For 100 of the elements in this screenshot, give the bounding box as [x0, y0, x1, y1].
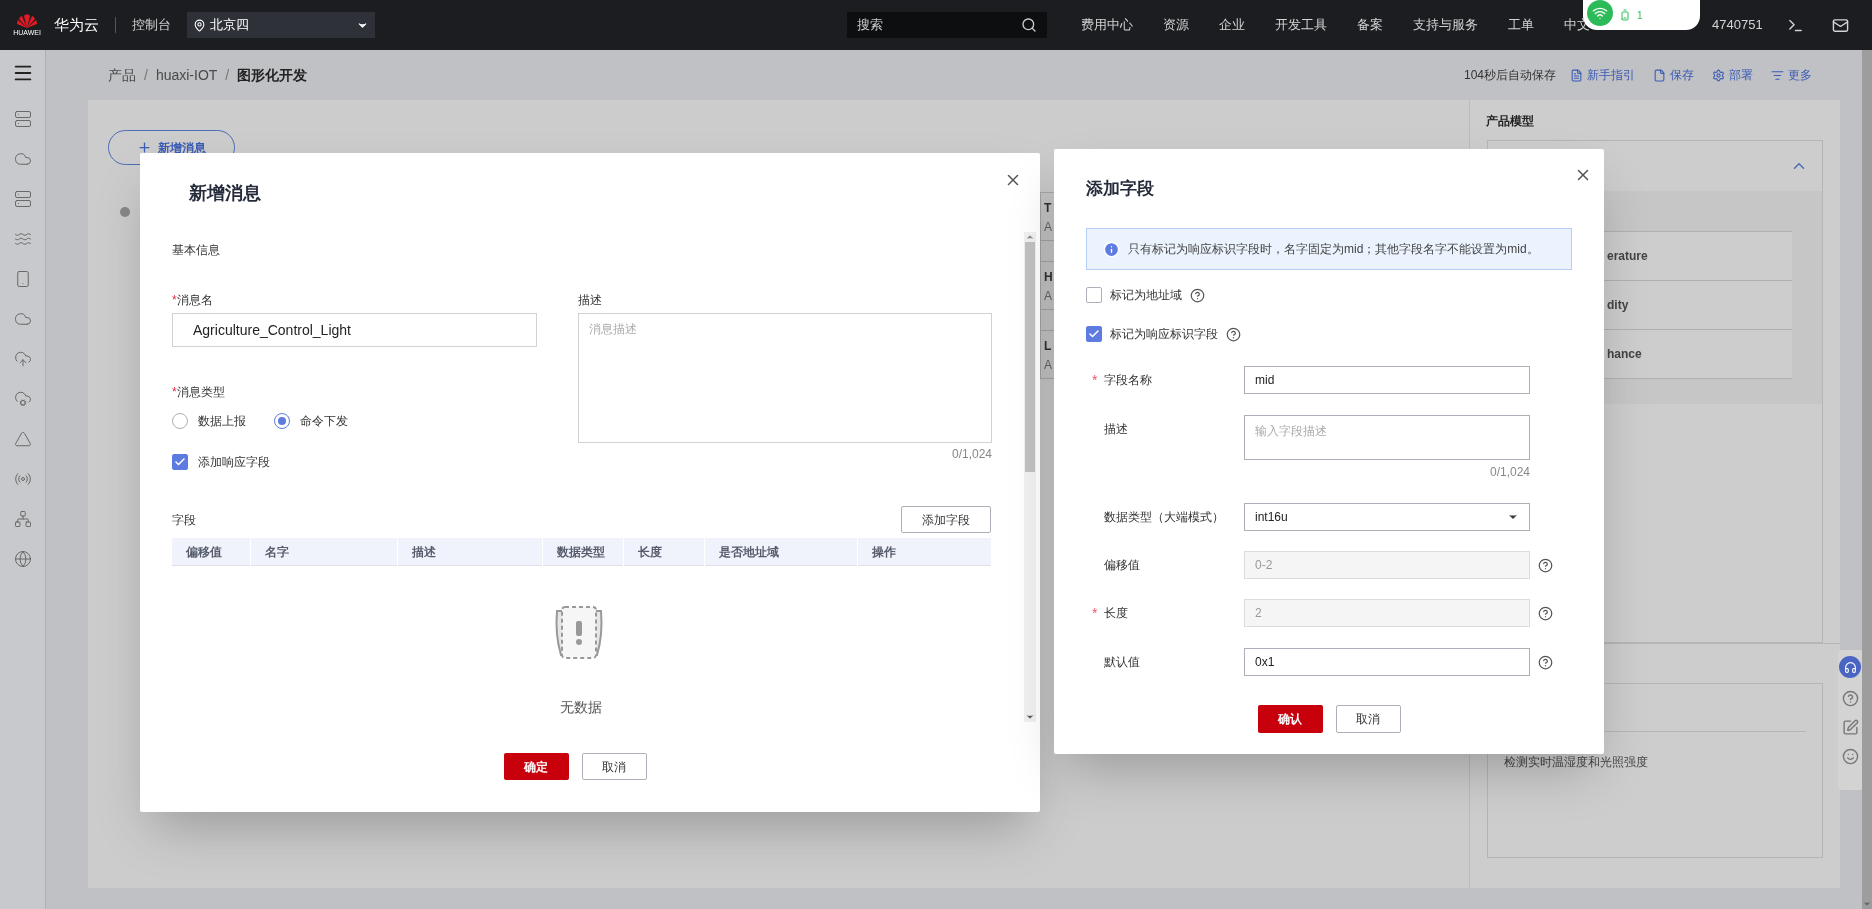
cloud-upload-icon[interactable] — [13, 350, 32, 368]
radio-icon[interactable] — [13, 470, 32, 488]
scroll-up-icon[interactable] — [1025, 232, 1035, 242]
search-icon — [1021, 17, 1037, 33]
text-input[interactable]: mid — [1244, 366, 1530, 394]
field-label: *消息类型 — [172, 384, 226, 401]
breadcrumb-current: 图形化开发 — [237, 65, 308, 85]
scroll-down-icon[interactable] — [1025, 712, 1035, 722]
cloud-gear-icon[interactable] — [13, 390, 32, 408]
checkbox-label: 标记为地址域 — [1110, 287, 1182, 304]
column-header: 数据类型 — [542, 538, 623, 566]
column-header: 是否地址域 — [704, 538, 857, 566]
field-label: 数据类型（大端模式） — [1104, 509, 1224, 526]
toolbar-action[interactable]: 保存 — [1653, 66, 1694, 84]
nav-link[interactable]: 备案 — [1357, 15, 1383, 35]
breadcrumb-separator: / — [144, 65, 148, 85]
checkbox[interactable] — [1086, 287, 1102, 303]
toolbar-action[interactable]: 新手指引 — [1570, 66, 1635, 84]
select-field[interactable]: int16u — [1244, 503, 1530, 531]
empty-text: 无数据 — [559, 698, 603, 717]
account-id[interactable]: 4740751 — [1712, 15, 1763, 35]
cloud-icon[interactable] — [13, 310, 32, 328]
radio-option[interactable]: 命令下发 — [274, 412, 348, 430]
checkbox-label: 标记为响应标识字段 — [1110, 326, 1218, 343]
toolbar-action[interactable]: 更多 — [1771, 66, 1812, 84]
cloud-icon[interactable] — [13, 150, 32, 168]
panel-title: 产品模型 — [1485, 113, 1535, 130]
settings-icon — [1712, 68, 1725, 82]
check-icon — [1088, 328, 1100, 340]
dialog-title: 新增消息 — [189, 182, 261, 205]
search-field[interactable]: 搜索 — [847, 12, 1047, 38]
nav-link[interactable]: 资源 — [1163, 15, 1189, 35]
nav-link[interactable]: 支持与服务 — [1413, 15, 1478, 35]
field-label: 字段名称 — [1104, 372, 1152, 389]
nav-link[interactable]: 企业 — [1219, 15, 1245, 35]
check-icon — [174, 456, 186, 468]
checkbox[interactable] — [172, 454, 188, 470]
region-select[interactable]: 北京四 — [187, 12, 375, 38]
message-subtitle: A — [1044, 220, 1052, 234]
smile-icon[interactable] — [1841, 748, 1859, 765]
breadcrumb-link[interactable]: 产品 — [108, 64, 136, 86]
column-header: 名字 — [250, 538, 397, 566]
text-input: 0-2 — [1244, 551, 1530, 579]
checkbox[interactable] — [1086, 326, 1102, 342]
field-label: 描述 — [1104, 421, 1128, 438]
help-icon[interactable] — [1190, 287, 1205, 303]
autosave-text: 104秒后自动保存 — [1463, 67, 1556, 84]
nav-link[interactable]: 工单 — [1508, 15, 1534, 35]
radio-option[interactable]: 数据上报 — [172, 412, 246, 430]
section-title: 基本信息 — [172, 242, 221, 259]
waves-icon[interactable] — [13, 230, 32, 248]
text-input[interactable]: 0x1 — [1244, 648, 1530, 676]
brand-name[interactable]: 华为云 — [54, 13, 99, 37]
file-icon — [1653, 68, 1666, 82]
column-header: 操作 — [857, 538, 991, 566]
message-title: L — [1044, 339, 1052, 353]
toolbar-action[interactable]: 部署 — [1712, 66, 1753, 84]
battery-level: 1 — [1637, 8, 1643, 23]
column-header: 描述 — [397, 538, 542, 566]
nav-link[interactable]: 费用中心 — [1081, 15, 1133, 35]
help-icon[interactable] — [1226, 326, 1241, 342]
model-description: 检测实时温湿度和光照强度 — [1503, 754, 1649, 771]
column-header: 长度 — [623, 538, 704, 566]
help-icon[interactable] — [1538, 654, 1553, 670]
char-counter: 0/1,024 — [951, 446, 992, 463]
confirm-button[interactable]: 确认 — [1257, 705, 1323, 733]
nav-link[interactable]: 开发工具 — [1275, 15, 1327, 35]
char-counter: 0/1,024 — [1489, 464, 1530, 481]
breadcrumb-link[interactable]: huaxi-IOT — [155, 64, 218, 86]
message-subtitle: A — [1044, 289, 1052, 303]
info-icon — [1103, 240, 1120, 258]
server-icon[interactable] — [13, 110, 32, 128]
message-subtitle: A — [1044, 358, 1052, 372]
empty-state-icon — [553, 605, 605, 661]
scroll-thumb[interactable] — [1025, 242, 1035, 472]
required-mark: * — [1092, 371, 1098, 388]
field-label: 偏移值 — [1104, 557, 1140, 574]
field-label: 默认值 — [1104, 654, 1140, 671]
headset-icon[interactable] — [1839, 656, 1861, 678]
globe-icon[interactable] — [13, 550, 32, 568]
console-link[interactable]: 控制台 — [132, 15, 171, 35]
triangle-icon[interactable] — [13, 430, 32, 448]
mail-icon[interactable] — [1831, 16, 1849, 34]
confirm-button[interactable]: 确定 — [503, 753, 569, 780]
fields-label: 字段 — [172, 511, 196, 529]
edit-icon[interactable] — [1841, 719, 1859, 736]
breadcrumb-separator: / — [225, 65, 230, 85]
cancel-button[interactable]: 取消 — [1335, 705, 1401, 733]
logo-icon — [15, 13, 39, 29]
column-header: 偏移值 — [184, 544, 223, 561]
dialog-title: 添加字段 — [1086, 178, 1154, 200]
cancel-button[interactable]: 取消 — [581, 753, 647, 780]
required-mark: * — [1092, 604, 1098, 621]
server-icon[interactable] — [13, 190, 32, 208]
plus-icon — [137, 140, 152, 155]
text-input: 2 — [1244, 599, 1530, 627]
field-label: 长度 — [1104, 605, 1128, 622]
message-name-input[interactable]: Agriculture_Control_Light — [172, 313, 538, 347]
add-field-button[interactable]: 添加字段 — [901, 506, 991, 533]
network-icon[interactable] — [13, 510, 32, 528]
